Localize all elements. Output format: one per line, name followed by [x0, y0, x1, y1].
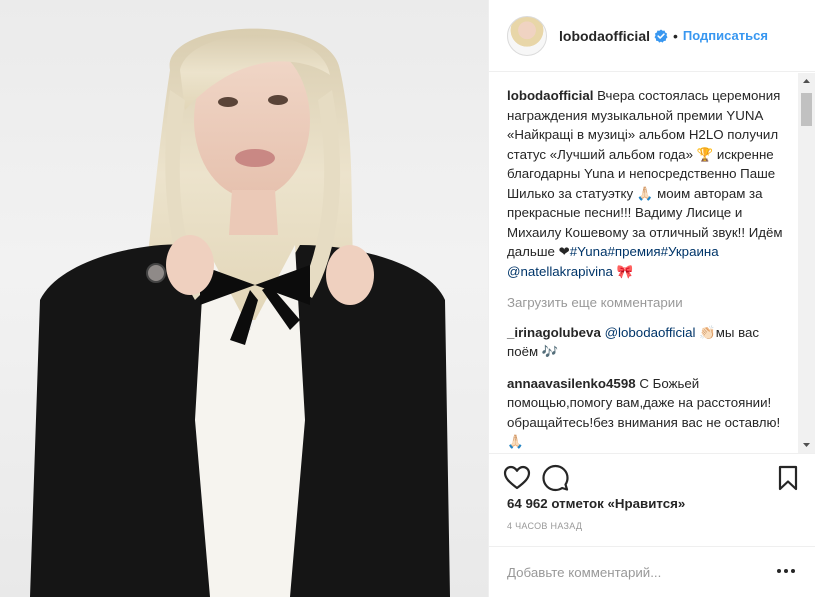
follow-button[interactable]: Подписаться: [683, 28, 768, 43]
comment-username[interactable]: _irinagolubeva: [507, 325, 601, 340]
caption: lobodaofficial Вчера состоялась церемони…: [507, 86, 788, 281]
scroll-down-icon[interactable]: [798, 436, 815, 453]
hashtag-link[interactable]: #Украина: [661, 244, 719, 259]
scrollbar-thumb[interactable]: [801, 93, 812, 126]
post-sidebar: lobodaofficial • Подписаться lobodaoffic…: [488, 0, 815, 597]
caption-text: Вчера состоялась церемония награждения м…: [507, 88, 783, 259]
post-modal: lobodaofficial • Подписаться lobodaoffic…: [0, 0, 815, 597]
bookmark-icon[interactable]: [776, 464, 800, 492]
hashtag-link[interactable]: #Yuna: [570, 244, 608, 259]
hashtag-link[interactable]: #премия: [607, 244, 660, 259]
heart-icon[interactable]: [503, 464, 531, 492]
add-comment-input[interactable]: [507, 561, 757, 583]
scroll-up-icon[interactable]: [798, 73, 815, 90]
comment-item: _irinagolubeva @lobodaofficial 👏🏻мы вас …: [507, 323, 788, 362]
post-header: lobodaofficial • Подписаться: [489, 0, 815, 72]
avatar[interactable]: [507, 15, 547, 56]
post-timestamp[interactable]: 4 часов назад: [507, 521, 582, 531]
caption-text-end: 🎀: [612, 263, 634, 279]
add-comment-section: [489, 546, 815, 597]
comments-list[interactable]: lobodaofficial Вчера состоялась церемони…: [489, 73, 815, 453]
post-photo[interactable]: [0, 0, 488, 597]
likes-count[interactable]: 64 962 отметок «Нравится»: [507, 496, 685, 511]
caption-username[interactable]: lobodaofficial: [507, 88, 593, 103]
more-options-icon[interactable]: [776, 563, 796, 579]
mention-link[interactable]: @natellakrapivina: [507, 264, 613, 279]
comment-icon[interactable]: [541, 464, 569, 492]
verified-badge-icon: [654, 29, 668, 43]
comment-item: annaavasilenko4598 С Божьей помощью,помо…: [507, 374, 788, 452]
header-separator: •: [673, 27, 678, 44]
comments-scrollbar[interactable]: [798, 73, 815, 453]
post-photo-illustration: [30, 28, 450, 597]
load-more-comments-link[interactable]: Загрузить еще комментарии: [507, 293, 788, 313]
comment-username[interactable]: annaavasilenko4598: [507, 376, 636, 391]
mention-link[interactable]: @lobodaofficial: [605, 325, 696, 340]
header-username[interactable]: lobodaofficial: [559, 28, 650, 44]
